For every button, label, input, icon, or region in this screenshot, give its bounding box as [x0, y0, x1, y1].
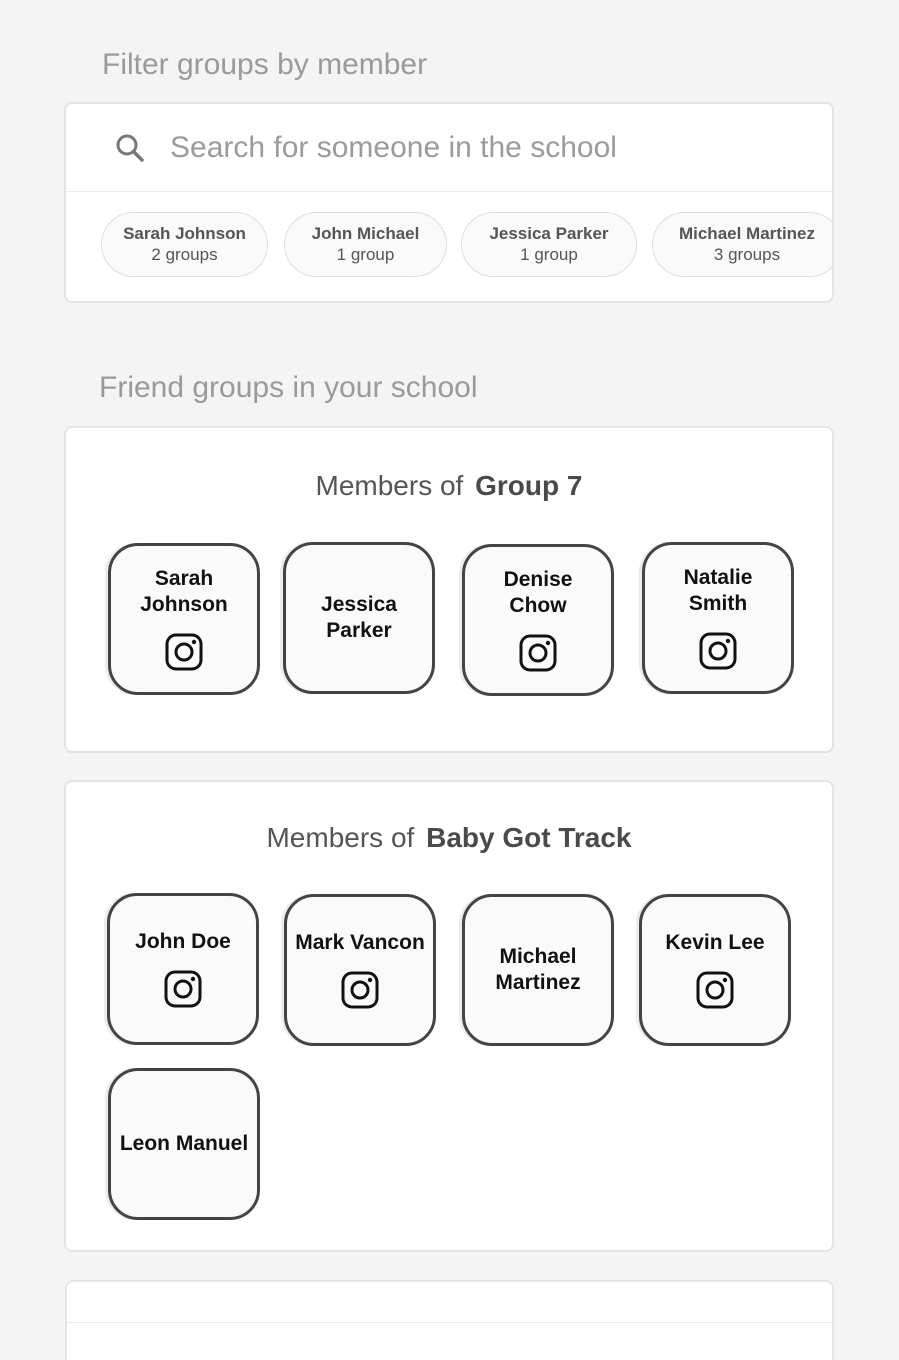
member-tile[interactable]: Jessica Parker [283, 542, 435, 694]
group-card: Members of Group 7 Sarah Johnson Jessica… [64, 426, 834, 753]
group-name: Baby Got Track [426, 822, 632, 853]
chip-group-count: 1 group [336, 245, 395, 264]
member-name: Mark Vancon [295, 931, 425, 954]
chip-name: John Michael [311, 224, 420, 243]
member-tile[interactable]: Kevin Lee [639, 894, 791, 1046]
member-tile[interactable]: Natalie Smith [642, 542, 794, 694]
instagram-icon[interactable] [695, 970, 735, 1010]
member-name: Natalie Smith [683, 566, 753, 615]
member-name: Sarah Johnson [140, 567, 228, 616]
filter-heading: Filter groups by member [102, 48, 428, 81]
chip-group-count: 1 group [520, 245, 578, 264]
member-name: Leon Manuel [119, 1132, 249, 1155]
group-name: Group 7 [475, 470, 583, 501]
member-tile[interactable]: Sarah Johnson [108, 543, 260, 695]
chip-name: Michael Martinez [678, 224, 816, 243]
member-chip[interactable]: Sarah Johnson 2 groups [101, 212, 268, 277]
search-input[interactable] [170, 130, 770, 165]
member-name: Michael Martinez [495, 945, 581, 994]
filter-card: Sarah Johnson 2 groups John Michael 1 gr… [64, 102, 834, 303]
instagram-icon[interactable] [340, 970, 380, 1010]
member-tile[interactable]: Michael Martinez [462, 894, 614, 1046]
instagram-icon[interactable] [698, 631, 738, 671]
group-title-prefix: Members of [266, 822, 415, 853]
instagram-icon[interactable] [518, 633, 558, 673]
member-name: Kevin Lee [665, 931, 765, 954]
member-tile[interactable]: Leon Manuel [108, 1068, 260, 1220]
page: Filter groups by member Sarah Johnson 2 … [0, 0, 899, 1360]
group-title: Members of Group 7 [66, 470, 832, 502]
member-tile[interactable]: John Doe [107, 893, 259, 1045]
member-chips: Sarah Johnson 2 groups John Michael 1 gr… [66, 192, 832, 301]
divider [67, 1322, 832, 1323]
friend-groups-heading: Friend groups in your school [99, 371, 478, 404]
member-chip[interactable]: Michael Martinez 3 groups [652, 212, 832, 277]
member-chip[interactable]: John Michael 1 group [284, 212, 447, 277]
member-tile[interactable]: Denise Chow [462, 544, 614, 696]
member-name: Jessica Parker [321, 593, 397, 642]
instagram-icon[interactable] [164, 632, 204, 672]
member-tile[interactable]: Mark Vancon [284, 894, 436, 1046]
search-icon [116, 134, 144, 162]
member-name: John Doe [135, 930, 231, 953]
group-card [65, 1280, 834, 1360]
instagram-icon[interactable] [163, 969, 203, 1009]
chip-group-count: 3 groups [713, 245, 781, 264]
group-card: Members of Baby Got Track John Doe Mark … [64, 780, 834, 1252]
search-bar[interactable] [66, 104, 832, 192]
chip-name: Jessica Parker [489, 224, 609, 243]
group-title: Members of Baby Got Track [66, 822, 832, 854]
member-name: Denise Chow [503, 568, 573, 617]
chip-group-count: 2 groups [151, 245, 218, 264]
member-chip[interactable]: Jessica Parker 1 group [461, 212, 637, 277]
group-title-prefix: Members of [315, 470, 464, 501]
chip-name: Sarah Johnson [123, 224, 246, 243]
